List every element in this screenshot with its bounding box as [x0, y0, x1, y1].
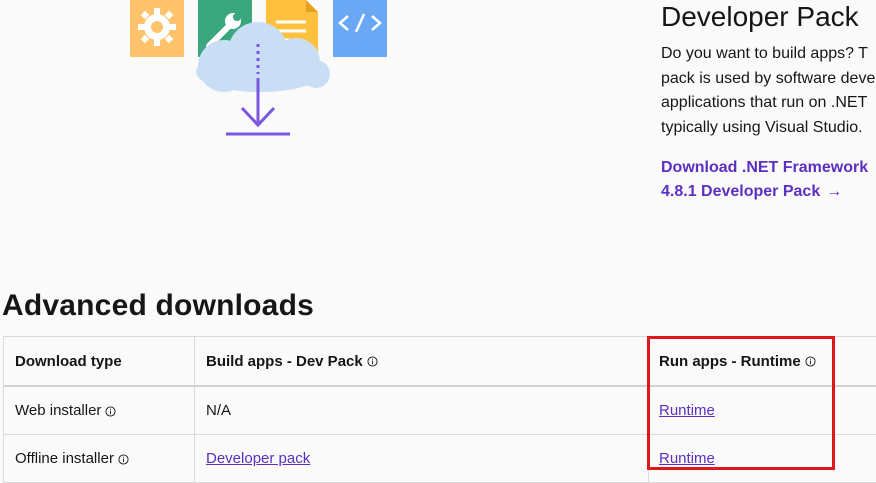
header-build-apps: Build apps - Dev Pack — [195, 337, 649, 387]
description-line: pack is used by software deve — [661, 67, 876, 92]
link-line: 4.8.1 Developer Pack — [661, 183, 820, 200]
downloads-table: Download type Build apps - Dev Pack Run … — [3, 336, 876, 483]
header-run-apps: Run apps - Runtime — [649, 337, 876, 387]
developer-pack-title: Developer Pack — [661, 0, 859, 34]
developer-pack-offline-link[interactable]: Developer pack — [206, 450, 310, 467]
runtime-web-installer-link[interactable]: Runtime — [659, 402, 715, 419]
description-line: Do you want to build apps? T — [661, 42, 876, 67]
table-row: Offline installer Developer pack Runtime — [4, 435, 876, 483]
cell-download-type: Web installer — [4, 386, 195, 435]
developer-pack-description: Do you want to build apps? T pack is use… — [661, 42, 876, 140]
info-icon[interactable] — [118, 454, 129, 465]
cell-download-type: Offline installer — [4, 435, 195, 483]
table-row: Web installer N/A Runtime — [4, 386, 876, 435]
code-icon — [333, 0, 387, 57]
info-icon[interactable] — [105, 406, 116, 417]
cell-build-apps: Developer pack — [195, 435, 649, 483]
link-line: Download .NET Framework — [661, 156, 868, 180]
table-header-row: Download type Build apps - Dev Pack Run … — [4, 337, 876, 387]
download-developer-pack-link[interactable]: Download .NET Framework 4.8.1 Developer … — [661, 156, 868, 204]
download-illustration — [120, 0, 400, 140]
cell-run-apps: Runtime — [649, 386, 876, 435]
cell-build-apps: N/A — [195, 386, 649, 435]
info-icon[interactable] — [367, 356, 378, 367]
cell-run-apps: Runtime — [649, 435, 876, 483]
runtime-offline-installer-link[interactable]: Runtime — [659, 450, 715, 467]
arrow-right-icon: → — [826, 183, 842, 200]
description-line: typically using Visual Studio. — [661, 116, 876, 141]
gear-icon — [130, 0, 184, 57]
info-icon[interactable] — [805, 356, 816, 367]
advanced-downloads-heading: Advanced downloads — [2, 284, 314, 328]
description-line: applications that run on .NET — [661, 91, 876, 116]
header-download-type: Download type — [4, 337, 195, 387]
